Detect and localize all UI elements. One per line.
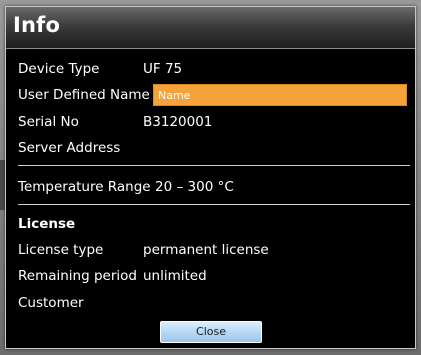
- dialog-title: Info: [13, 13, 61, 37]
- divider: [18, 165, 410, 166]
- device-type-value: UF 75: [143, 61, 183, 77]
- user-defined-name-row: User Defined Name: [18, 84, 410, 106]
- serial-no-label: Serial No: [18, 114, 79, 130]
- serial-no-value: B3120001: [143, 114, 213, 130]
- license-type-value: permanent license: [143, 242, 269, 258]
- divider: [18, 204, 410, 205]
- server-address-row: Server Address: [18, 138, 410, 158]
- remaining-period-label: Remaining period: [18, 268, 137, 284]
- customer-row: Customer: [18, 293, 410, 313]
- customer-label: Customer: [18, 295, 84, 311]
- close-button[interactable]: Close: [160, 321, 262, 343]
- remaining-period-value: unlimited: [143, 268, 207, 284]
- temperature-range-row: Temperature Range 20 – 300 °C: [18, 177, 410, 197]
- serial-no-row: Serial No B3120001: [18, 112, 410, 132]
- license-type-row: License type permanent license: [18, 240, 410, 260]
- license-type-label: License type: [18, 242, 104, 258]
- license-heading: License: [18, 216, 76, 232]
- temperature-range-label: Temperature Range: [18, 179, 151, 195]
- license-section-title: License: [18, 214, 410, 234]
- temperature-range-value: 20 – 300 °C: [155, 179, 234, 195]
- user-defined-name-label: User Defined Name: [18, 87, 150, 103]
- remaining-period-row: Remaining period unlimited: [18, 266, 410, 286]
- info-dialog: Info Device Type UF 75 User Defined Name…: [5, 6, 416, 349]
- user-defined-name-input[interactable]: [153, 84, 407, 106]
- device-type-row: Device Type UF 75: [18, 59, 410, 79]
- dialog-titlebar: Info: [6, 7, 415, 49]
- device-type-label: Device Type: [18, 61, 100, 77]
- server-address-label: Server Address: [18, 140, 121, 156]
